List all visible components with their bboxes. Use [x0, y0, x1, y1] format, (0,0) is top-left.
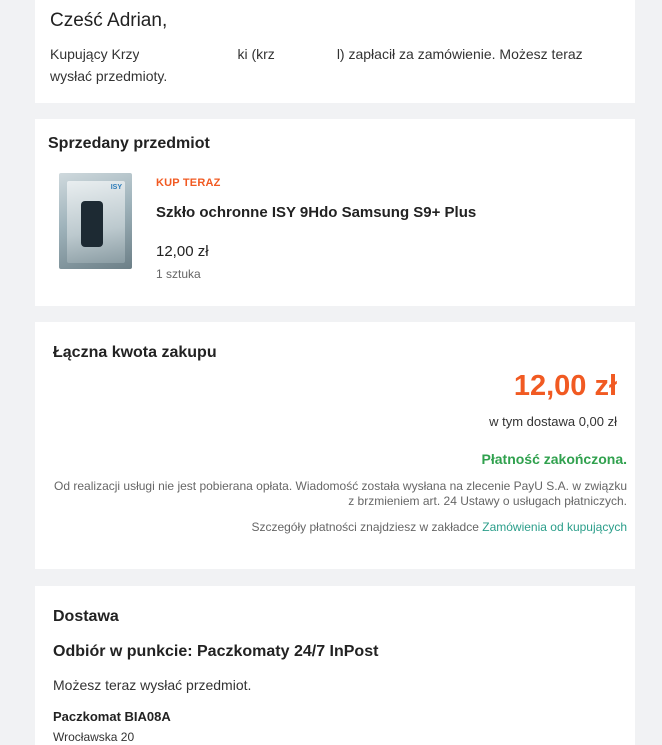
item-price: 12,00 zł [156, 243, 209, 260]
phone-shape [81, 201, 103, 247]
total-card: Łączna kwota zakupu 12,00 zł w tym dosta… [35, 322, 635, 569]
sold-item-card: Sprzedany przedmiot ISY KUP TERAZ Szkło … [35, 119, 635, 306]
product-thumbnail[interactable]: ISY [59, 173, 132, 269]
delivery-heading: Dostawa [53, 608, 119, 625]
greeting-card: Cześć Adrian, Kupujący Krzy ki (krz l) zap… [35, 0, 635, 103]
payment-legal-note: Od realizacji usługi nie jest pobierana … [54, 479, 627, 508]
redacted-block [274, 48, 337, 63]
delivery-cost-note: w tym dostawa 0,00 zł [489, 414, 617, 429]
locker-name: Paczkomat BIA08A [53, 709, 171, 724]
total-amount: 12,00 zł [513, 370, 617, 402]
orders-from-buyers-link[interactable]: Zamówienia od kupujących [482, 520, 627, 534]
greeting-text-part2: ki (krz [237, 46, 275, 62]
thumbnail-brand: ISY [110, 184, 122, 191]
redacted-block [139, 48, 238, 63]
greeting-title: Cześć Adrian, [50, 10, 168, 31]
greeting-text: Kupujący Krzy ki (krz l) zapłacił za zamów… [50, 43, 620, 87]
item-quantity: 1 sztuka [156, 267, 201, 281]
total-heading: Łączna kwota zakupu [53, 344, 217, 361]
delivery-instruction: Możesz teraz wysłać przedmiot. [53, 677, 252, 693]
payment-details-prefix: Szczegóły płatności znajdziesz w zakładc… [251, 520, 479, 534]
delivery-method: Odbiór w punkcie: Paczkomaty 24/7 InPost [53, 643, 379, 660]
payment-details-text: Szczegóły płatności znajdziesz w zakładc… [47, 520, 627, 534]
buy-now-badge: KUP TERAZ [156, 177, 221, 189]
locker-address: Wrocławska 20 [53, 730, 135, 744]
greeting-text-part1: Kupujący Krzy [50, 46, 140, 62]
delivery-card: Dostawa Odbiór w punkcie: Paczkomaty 24/… [35, 586, 635, 745]
item-name-link[interactable]: Szkło ochronne ISY 9Hdo Samsung S9+ Plus [156, 204, 476, 221]
payment-status: Płatność zakończona. [481, 451, 627, 467]
sold-item-heading: Sprzedany przedmiot [48, 135, 210, 152]
